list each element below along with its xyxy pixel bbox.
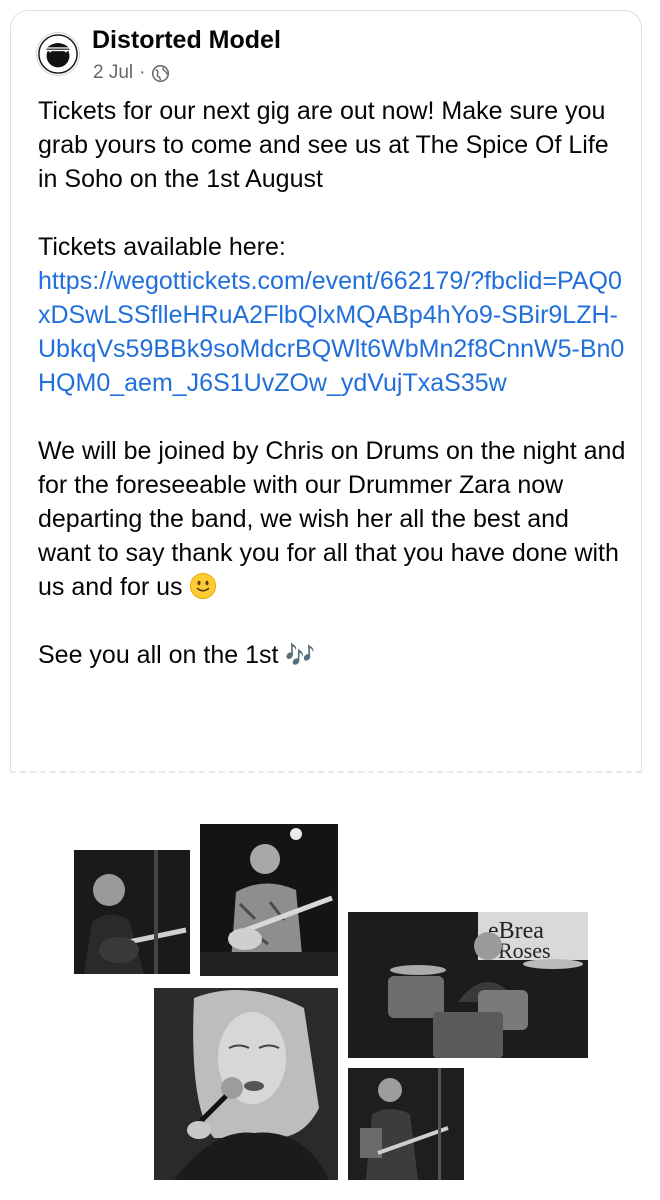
post-meta: 2 Jul · bbox=[93, 62, 170, 84]
photo-collage[interactable]: eBrea Roses bbox=[0, 780, 660, 1200]
photo-singer[interactable] bbox=[154, 988, 338, 1180]
post-paragraph: Tickets for our next gig are out now! Ma… bbox=[38, 97, 609, 193]
slightly-smiling-face-icon bbox=[190, 573, 217, 599]
post-date[interactable]: 2 Jul bbox=[93, 62, 133, 84]
photo-guitarist-left[interactable] bbox=[74, 850, 190, 974]
tickets-link[interactable]: https://wegottickets.com/event/662179/?f… bbox=[38, 267, 624, 397]
tickets-label: Tickets available here: bbox=[38, 233, 286, 261]
post-paragraph: See you all on the 1st 🎶 bbox=[38, 638, 628, 672]
lineup-text: We will be joined by Chris on Drums on t… bbox=[38, 437, 626, 601]
closing-text: See you all on the 1st bbox=[38, 641, 279, 669]
photo-drummer[interactable]: eBrea Roses bbox=[348, 912, 588, 1058]
page-avatar[interactable] bbox=[36, 32, 80, 76]
photo-bassist[interactable] bbox=[348, 1068, 464, 1180]
photo-guitarist-shirt[interactable] bbox=[200, 824, 338, 976]
musical-notes-icon: 🎶 bbox=[285, 641, 316, 669]
band-logo-icon bbox=[38, 34, 78, 74]
svg-text:Roses: Roses bbox=[498, 938, 551, 963]
post-paragraph: We will be joined by Chris on Drums on t… bbox=[38, 434, 628, 604]
page-name[interactable]: Distorted Model bbox=[92, 26, 281, 55]
post-header: Distorted Model 2 Jul · bbox=[26, 18, 626, 88]
meta-separator: · bbox=[139, 62, 146, 83]
post-card-bottom-edge bbox=[10, 745, 642, 773]
post-text: Tickets for our next gig are out now! Ma… bbox=[38, 94, 628, 672]
globe-icon[interactable] bbox=[151, 64, 170, 83]
